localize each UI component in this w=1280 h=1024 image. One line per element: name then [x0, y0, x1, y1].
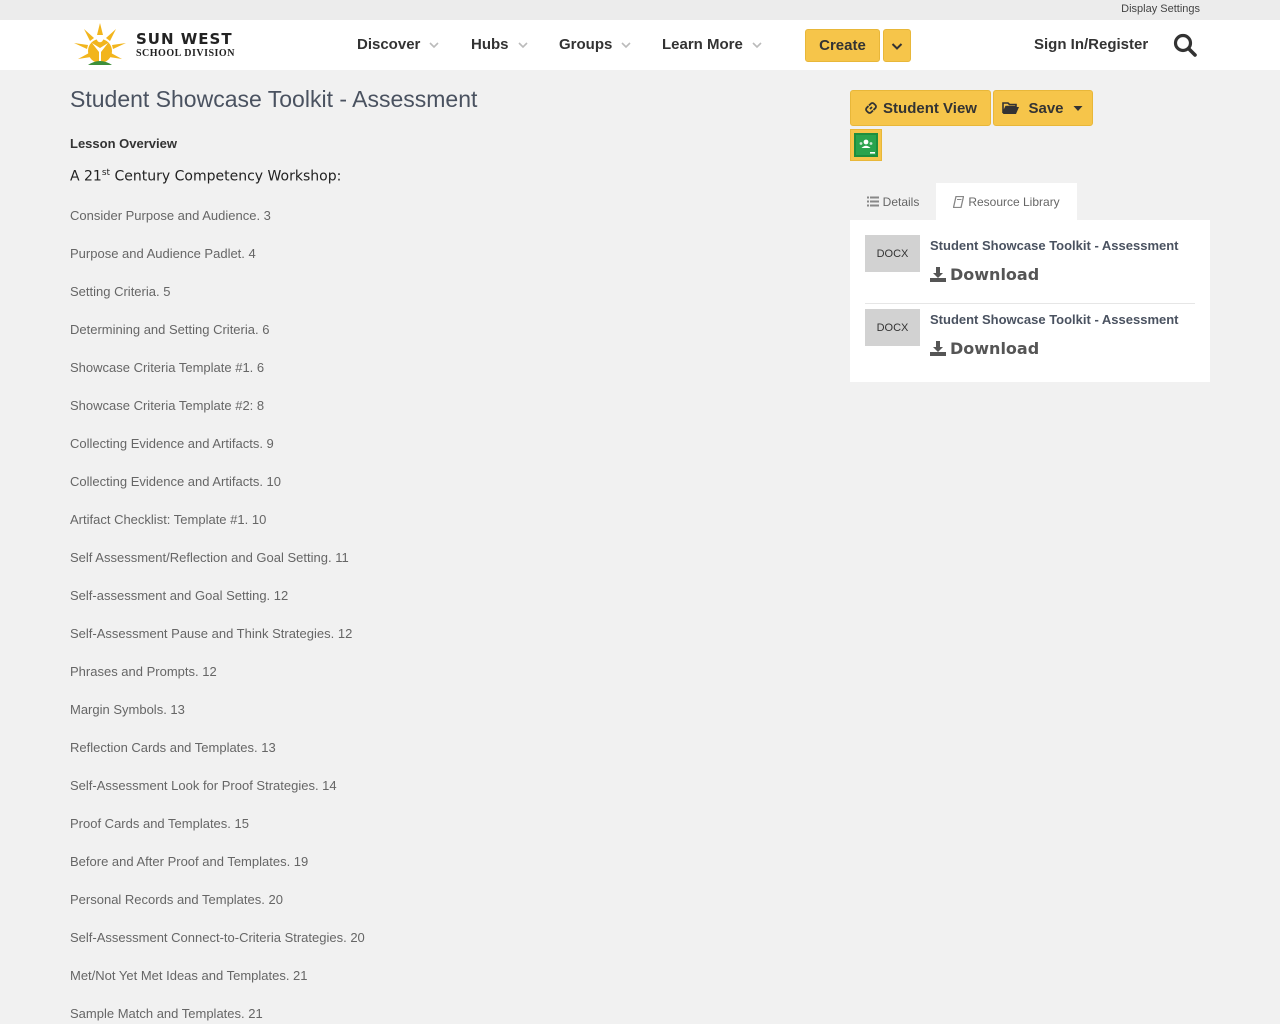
download-icon	[930, 267, 946, 282]
toc-item: Artifact Checklist: Template #1. 10	[70, 512, 267, 527]
download-label: Download	[950, 265, 1040, 284]
nav-learn-more-label: Learn More	[662, 36, 743, 53]
nav-learn-more[interactable]: Learn More	[662, 36, 763, 53]
chevron-down-icon	[517, 41, 528, 48]
download-button[interactable]: Download	[930, 339, 1039, 358]
caret-down-icon	[1073, 106, 1083, 111]
chevron-down-icon	[621, 41, 631, 48]
logo-line-1: SUN WEST	[136, 29, 233, 48]
toc-item: Personal Records and Templates. 20	[70, 892, 283, 907]
toc-item: Collecting Evidence and Artifacts. 10	[70, 474, 282, 489]
chevron-down-icon	[891, 42, 903, 50]
search-button[interactable]	[1172, 32, 1198, 58]
nav-discover[interactable]: Discover	[357, 36, 440, 53]
toc-item: Self-Assessment Look for Proof Strategie…	[70, 778, 337, 793]
tab-details[interactable]: Details	[850, 183, 936, 220]
student-view-button[interactable]: Student View	[850, 90, 991, 126]
toc-item: Self-Assessment Connect-to-Criteria Stra…	[70, 930, 365, 945]
tab-details-label: Details	[882, 194, 920, 209]
sun-west-logo[interactable]: SUN WEST SCHOOL DIVISION	[70, 20, 235, 70]
nav-discover-label: Discover	[357, 36, 421, 53]
toc-item: Reflection Cards and Templates. 13	[70, 740, 276, 755]
top-utility-bar: Display Settings	[0, 0, 1280, 20]
sign-in-register-link[interactable]: Sign In/Register	[1034, 36, 1148, 53]
toc-item: Self Assessment/Reflection and Goal Sett…	[70, 550, 349, 565]
student-view-label: Student View	[883, 99, 977, 117]
create-dropdown-button[interactable]	[883, 29, 911, 62]
toc-item: Phrases and Prompts. 12	[70, 664, 217, 679]
toc-item: Before and After Proof and Templates. 19	[70, 854, 309, 869]
sun-logo-icon	[74, 23, 126, 65]
nav-hubs-label: Hubs	[471, 36, 509, 53]
file-type-badge: DOCX	[865, 235, 920, 272]
chevron-down-icon	[752, 41, 762, 48]
lesson-overview-heading: Lesson Overview	[70, 136, 177, 151]
book-icon	[953, 195, 965, 208]
toc-item: Consider Purpose and Audience. 3	[70, 208, 271, 223]
search-icon	[1173, 33, 1197, 57]
resource-title-link[interactable]: Student Showcase Toolkit - Assessment	[930, 312, 1179, 327]
toc-item: Showcase Criteria Template #2: 8	[70, 398, 265, 413]
nav-hubs[interactable]: Hubs	[471, 36, 529, 53]
logo-text: SUN WEST SCHOOL DIVISION	[136, 29, 235, 59]
page-title: Student Showcase Toolkit - Assessment	[70, 86, 478, 112]
toc-item: Self-assessment and Goal Setting. 12	[70, 588, 289, 603]
create-button[interactable]: Create	[805, 29, 880, 62]
resource-divider	[865, 303, 1195, 304]
toc-item: Collecting Evidence and Artifacts. 9	[70, 436, 274, 451]
nav-groups[interactable]: Groups	[559, 36, 632, 53]
toc-item: Determining and Setting Criteria. 6	[70, 322, 270, 337]
workshop-superscript: st	[101, 168, 111, 178]
file-type-badge: DOCX	[865, 309, 920, 346]
toc-item: Self-Assessment Pause and Think Strategi…	[70, 626, 353, 641]
chevron-down-icon	[429, 41, 439, 48]
toc-item: Proof Cards and Templates. 15	[70, 816, 249, 831]
save-label: Save	[1028, 99, 1064, 117]
folder-open-icon	[1002, 101, 1020, 115]
link-icon	[864, 101, 878, 115]
resource-item: DOCX Student Showcase Toolkit - Assessme…	[865, 235, 1195, 295]
workshop-heading: A 21st Century Competency Workshop:	[70, 168, 341, 185]
logo-line-2: SCHOOL DIVISION	[136, 47, 235, 59]
toc-item: Sample Match and Templates. 21	[70, 1006, 263, 1021]
download-label: Download	[950, 339, 1040, 358]
workshop-prefix: A 21	[70, 168, 102, 185]
main-navbar: SUN WEST SCHOOL DIVISION Discover Hubs G…	[0, 20, 1280, 70]
resource-item: DOCX Student Showcase Toolkit - Assessme…	[865, 309, 1195, 369]
toc-item: Setting Criteria. 5	[70, 284, 171, 299]
google-classroom-icon	[854, 133, 878, 157]
download-button[interactable]: Download	[930, 265, 1039, 284]
toc-item: Showcase Criteria Template #1. 6	[70, 360, 265, 375]
workshop-suffix: Century Competency Workshop:	[110, 168, 342, 185]
display-settings-link[interactable]: Display Settings	[1121, 3, 1200, 15]
toc-item: Margin Symbols. 13	[70, 702, 185, 717]
toc-item: Met/Not Yet Met Ideas and Templates. 21	[70, 968, 308, 983]
download-icon	[930, 341, 946, 356]
save-button[interactable]: Save	[993, 90, 1093, 126]
table-of-contents: Consider Purpose and Audience. 3 Purpose…	[70, 208, 770, 1024]
google-classroom-button[interactable]	[850, 129, 882, 161]
nav-groups-label: Groups	[559, 36, 613, 53]
resource-title-link[interactable]: Student Showcase Toolkit - Assessment	[930, 238, 1179, 253]
resource-library-panel: DOCX Student Showcase Toolkit - Assessme…	[850, 220, 1210, 382]
tab-resource-library[interactable]: Resource Library	[936, 183, 1077, 220]
tab-resource-library-label: Resource Library	[968, 194, 1060, 209]
list-icon	[866, 196, 879, 207]
toc-item: Purpose and Audience Padlet. 4	[70, 246, 256, 261]
